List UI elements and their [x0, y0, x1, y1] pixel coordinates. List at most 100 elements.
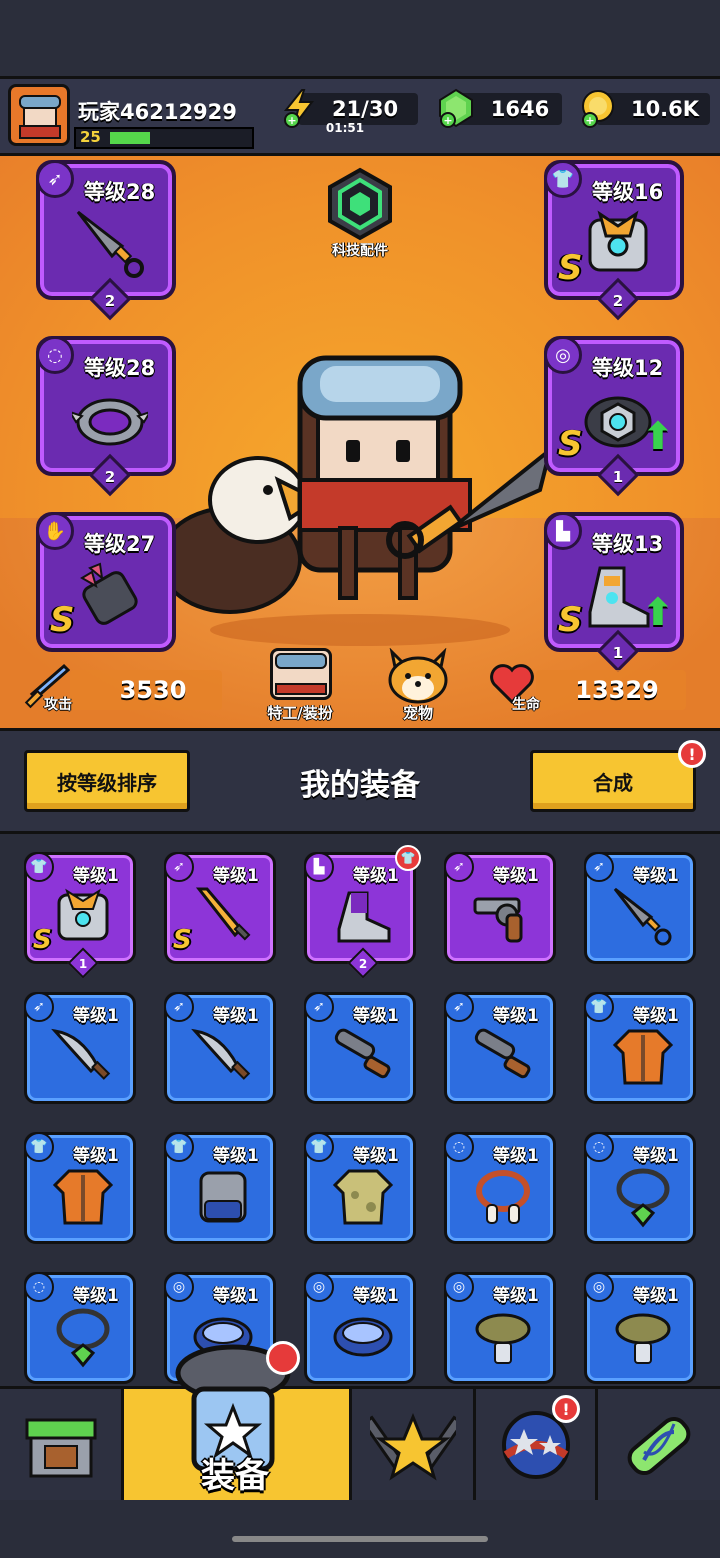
- equip-jacket[interactable]: 👕 等级1: [584, 992, 696, 1104]
- equip-level: 等级1: [353, 1286, 399, 1306]
- kunai-icon: [613, 887, 672, 946]
- agent-costume-label: 特工/装扮: [267, 704, 333, 722]
- equip-rank: 1: [78, 957, 88, 971]
- s-rank-badge: S: [173, 925, 192, 955]
- weapon-slot-icon: ➶: [584, 852, 614, 882]
- slot-boots[interactable]: ▙ 等级13 S ⬆ 1: [544, 512, 684, 673]
- equip-gem-necklace[interactable]: ◌ 等级1: [24, 1272, 136, 1384]
- equip-level: 等级1: [633, 1006, 679, 1026]
- equip-level: 等级1: [493, 866, 539, 886]
- weapon-slot-icon: ➶: [24, 992, 54, 1022]
- slot-belt[interactable]: ◎ 等级12 S ⬆ 1: [544, 336, 684, 497]
- revolver-icon: [473, 897, 523, 943]
- armor-slot-icon: 👕: [304, 1132, 334, 1162]
- slot-level-label: 等级28: [84, 356, 156, 380]
- attack-label: 攻击: [44, 697, 72, 713]
- merge-button[interactable]: 合成: [530, 750, 696, 812]
- equip-mech-armor[interactable]: 👕 等级1 S 1: [24, 852, 136, 979]
- equip-level: 等级1: [633, 866, 679, 886]
- equip-level: 等级1: [633, 1286, 679, 1306]
- blue-belt-icon: [333, 1317, 393, 1357]
- energy-bolt-icon: +: [283, 89, 314, 128]
- nav-tab-shop[interactable]: [0, 1389, 124, 1500]
- nav-equipment-label: 装备: [201, 1456, 269, 1496]
- slot-rank: 2: [104, 468, 116, 486]
- home-indicator[interactable]: [232, 1536, 488, 1542]
- equip-level: 等级1: [213, 866, 259, 886]
- claw-gauntlet-icon: [80, 562, 138, 625]
- slot-level-label: 等级13: [592, 532, 664, 556]
- upgrade-arrow-icon: ⬆: [642, 414, 674, 458]
- equip-shotgun[interactable]: ➶ 等级1: [304, 992, 416, 1104]
- nav-tab-heroes[interactable]: [352, 1389, 476, 1500]
- gold-coin-icon: +: [582, 90, 614, 128]
- weapon-slot-icon: ➶: [164, 852, 194, 882]
- player-avatar[interactable]: [8, 84, 70, 146]
- equip-shotgun[interactable]: ➶ 等级1: [444, 992, 556, 1104]
- orange-jacket-icon: [612, 1029, 674, 1085]
- star-swords-icon: [369, 1412, 456, 1481]
- equip-machete[interactable]: ➶ 等级1: [24, 992, 136, 1104]
- equip-level: 等级1: [493, 1006, 539, 1026]
- s-rank-badge: S: [50, 600, 75, 640]
- armor-slot-icon: 👕: [584, 992, 614, 1022]
- energy-timer: 01:51: [325, 121, 365, 135]
- nav-tab-events[interactable]: !: [476, 1389, 598, 1500]
- equip-machete[interactable]: ➶ 等级1: [164, 992, 276, 1104]
- upgrade-arrow-icon: ⬆: [642, 590, 674, 634]
- tech-parts-button[interactable]: [322, 166, 398, 242]
- equip-level: 等级1: [213, 1146, 259, 1166]
- mech-armor-icon: [588, 210, 648, 272]
- armor-slot-icon: 👕: [544, 160, 582, 198]
- equip-dogtag-belt[interactable]: ◎ 等级1: [444, 1272, 556, 1384]
- slot-level-label: 等级12: [592, 356, 664, 380]
- shotgun-icon: [334, 1028, 391, 1079]
- slot-gloves[interactable]: ✋ 等级27 S: [36, 512, 176, 652]
- equip-flame-sword[interactable]: ➶ 等级1 S: [164, 852, 276, 964]
- weapon-slot-icon: ➶: [444, 852, 474, 882]
- merge-alert-badge: !: [678, 740, 706, 768]
- equip-jacket[interactable]: 👕 等级1: [24, 1132, 136, 1244]
- slot-rank: 2: [612, 292, 624, 310]
- slot-armor[interactable]: 👕 等级16 S 2: [544, 160, 684, 321]
- equip-level: 等级1: [213, 1006, 259, 1026]
- armor-slot-icon: 👕: [164, 1132, 194, 1162]
- slot-rank: 1: [612, 644, 624, 662]
- equip-revolver[interactable]: ➶ 等级1: [444, 852, 556, 964]
- slot-necklace[interactable]: ◌ 等级28 2: [36, 336, 176, 497]
- belt-slot-icon: ◎: [164, 1272, 194, 1302]
- svg-text:+: +: [287, 114, 296, 127]
- my-equipment-title: 我的装备: [300, 768, 420, 803]
- kunai-icon: [76, 210, 144, 278]
- sort-by-level-button[interactable]: 按等级排序: [24, 750, 190, 812]
- equip-kunai[interactable]: ➶ 等级1: [584, 852, 696, 964]
- agent-character-illustration[interactable]: [150, 330, 570, 660]
- equip-vest[interactable]: 👕 等级1: [164, 1132, 276, 1244]
- equip-belt[interactable]: ◎ 等级1: [304, 1272, 416, 1384]
- weapon-slot-icon: ➶: [444, 992, 474, 1022]
- slot-weapon[interactable]: ➶ 等级28 2: [36, 160, 176, 321]
- equip-dogtag-belt[interactable]: ◎ 等级1: [584, 1272, 696, 1384]
- mech-armor-icon: [57, 888, 109, 941]
- slot-level-label: 等级16: [592, 180, 664, 204]
- slot-level-label: 等级28: [84, 180, 156, 204]
- equip-level: 等级1: [353, 866, 399, 886]
- slot-rank: 1: [612, 468, 624, 486]
- dogtag-belt-icon: [615, 1313, 671, 1364]
- slot-level-label: 等级27: [84, 532, 156, 556]
- equip-gem-necklace[interactable]: ◌ 等级1: [584, 1132, 696, 1244]
- belt-slot-icon: ◎: [544, 336, 582, 374]
- svg-text:+: +: [443, 114, 452, 127]
- equip-level: 等级1: [353, 1146, 399, 1166]
- belt-slot-icon: ◎: [584, 1272, 614, 1302]
- nav-tab-lab[interactable]: [598, 1389, 720, 1500]
- camo-shirt-icon: [332, 1169, 394, 1225]
- new-item-badge: 👕: [395, 845, 421, 871]
- equip-shirt[interactable]: 👕 等级1: [304, 1132, 416, 1244]
- agent-costume-button[interactable]: [270, 648, 332, 700]
- shiba-pet-icon[interactable]: [384, 648, 452, 704]
- armored-vest-icon: [199, 1171, 247, 1223]
- s-rank-badge: S: [558, 248, 583, 288]
- equip-sneaker[interactable]: ▙ 等级1 👕 2: [304, 845, 421, 979]
- equip-bone-necklace[interactable]: ◌ 等级1: [444, 1132, 556, 1244]
